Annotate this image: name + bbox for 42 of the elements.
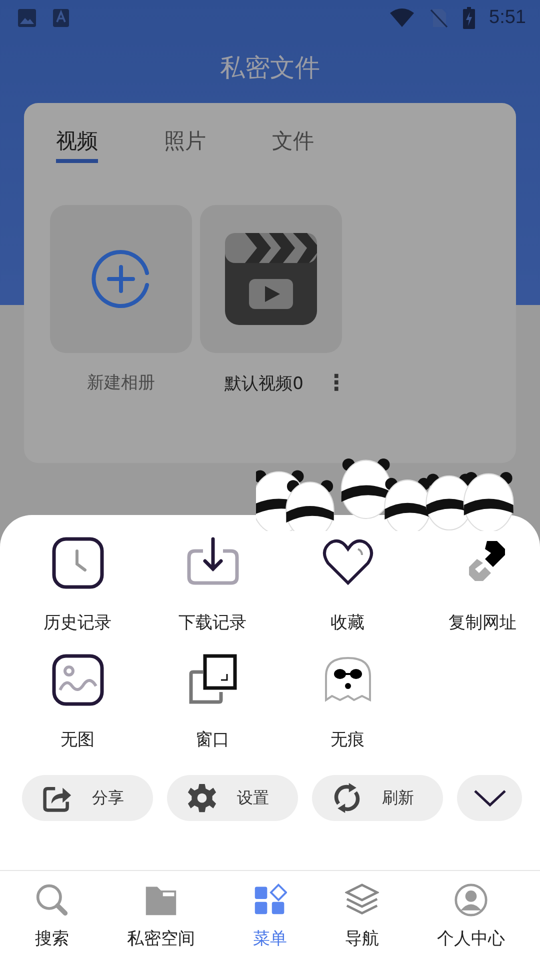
layers-icon: [345, 883, 379, 917]
search-icon: [35, 883, 69, 917]
image-icon: [52, 654, 104, 706]
page-title: 私密文件: [220, 52, 320, 84]
clapperboard-icon: [225, 233, 317, 325]
image-icon: [17, 8, 37, 28]
nav-item[interactable]: 搜索: [35, 883, 69, 960]
status-time: 5:51: [489, 7, 526, 29]
profile-icon: [454, 883, 488, 917]
battery-icon: [463, 7, 476, 29]
action-button[interactable]: 分享: [22, 775, 153, 821]
menu-item[interactable]: 窗口: [145, 654, 280, 751]
action-button[interactable]: 设置: [167, 775, 298, 821]
menu-item[interactable]: 历史记录: [10, 537, 145, 634]
tab[interactable]: 文件: [272, 127, 314, 163]
chevron-down-icon: [472, 789, 506, 807]
nav-item[interactable]: 导航: [345, 883, 379, 960]
grid-icon: [253, 883, 287, 917]
refresh-icon: [332, 783, 362, 813]
clock-icon: [52, 537, 104, 589]
no-sim-icon: [429, 8, 450, 28]
tab[interactable]: 视频: [56, 127, 98, 163]
more-button[interactable]: ⋮: [325, 371, 348, 396]
album-tile[interactable]: [200, 205, 342, 353]
album-name: 默认视频0: [224, 373, 304, 395]
settings-icon: [187, 783, 217, 813]
menu-item[interactable]: 无图: [10, 654, 145, 751]
keyboard-icon: [51, 8, 71, 28]
album-tile[interactable]: [50, 205, 192, 353]
wifi-icon: [389, 8, 416, 28]
menu-item[interactable]: 下载记录: [145, 537, 280, 634]
nav-item[interactable]: 私密空间: [127, 883, 195, 960]
window-icon: [186, 654, 238, 706]
action-button[interactable]: 刷新: [312, 775, 443, 821]
menu-item[interactable]: 复制网址: [415, 537, 540, 634]
tab[interactable]: 照片: [164, 127, 206, 163]
collapse-button[interactable]: [457, 775, 522, 821]
menu-item[interactable]: 收藏: [280, 537, 415, 634]
nav-item[interactable]: 菜单: [253, 883, 287, 960]
album-name: 新建相册: [87, 372, 155, 394]
menu-item[interactable]: 无痕: [280, 654, 415, 751]
nav-item[interactable]: 个人中心: [437, 883, 505, 960]
